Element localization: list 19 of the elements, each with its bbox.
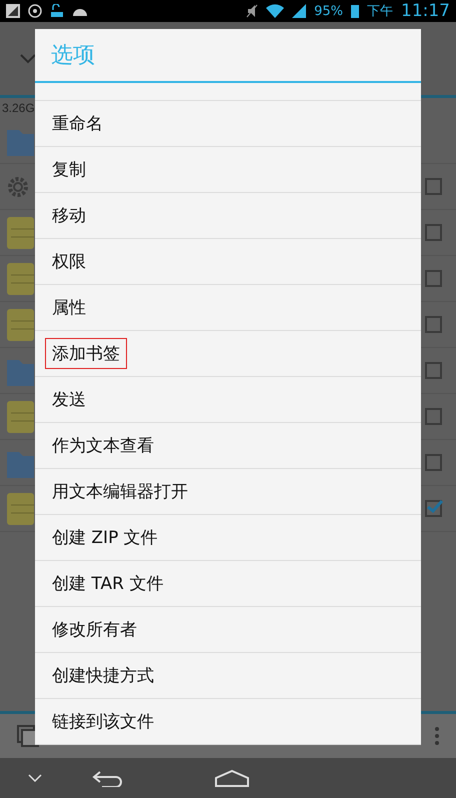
time-period: 下午	[367, 3, 393, 20]
menu-item-label: 复制	[51, 159, 87, 182]
menu-item-label: 重命名	[51, 113, 104, 136]
battery-percent: 95%	[314, 4, 343, 18]
highlighted-label: 添加书签	[45, 338, 127, 369]
clock: 11:17	[401, 1, 450, 21]
storage-size: 3.26G	[2, 101, 35, 115]
menu-item-label: 创建 ZIP 文件	[51, 527, 159, 550]
dialog-title: 选项	[51, 42, 95, 70]
menu-item-label: 权限	[51, 251, 87, 274]
menu-item-label: 作为文本查看	[51, 435, 155, 458]
menu-item-label: 发送	[51, 389, 87, 412]
menu-item-label: 修改所有者	[51, 619, 138, 642]
menu-item-label: 用文本编辑器打开	[51, 481, 189, 504]
menu-item-label: 链接到该文件	[51, 711, 155, 734]
menu-item-label: 移动	[51, 205, 87, 228]
menu-item-label: 创建快捷方式	[51, 665, 155, 688]
menu-item-label: 属性	[51, 297, 87, 320]
menu-item-label: 创建 TAR 文件	[51, 573, 164, 596]
